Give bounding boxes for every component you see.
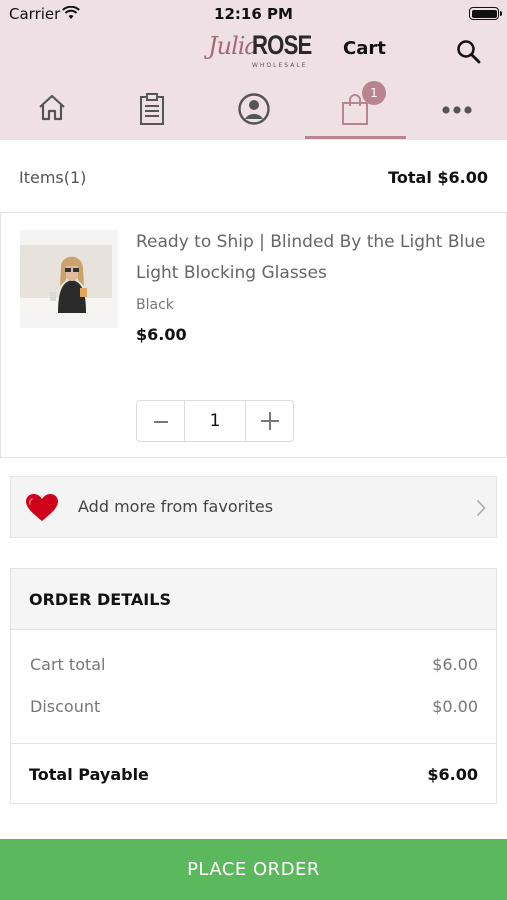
product-image[interactable] [20,230,118,328]
search-button[interactable] [455,38,483,66]
status-time: 12:16 PM [214,5,293,23]
tab-home[interactable] [22,88,82,138]
order-details-title: ORDER DETAILS [29,590,171,609]
minus-icon [153,421,168,423]
search-icon [457,40,481,64]
tab-orders[interactable] [122,88,182,138]
tab-account[interactable] [224,88,284,138]
product-title[interactable]: Ready to Ship | Blinded By the Light Blu… [136,227,496,289]
account-icon [238,93,270,125]
brand-logo: Julia ROSE WHOLESALE [208,30,312,69]
status-bar: Carrier 12:16 PM [0,0,507,28]
items-total: Total $6.00 [388,168,488,187]
quantity-stepper: 1 [136,400,294,442]
page-title: Cart [343,38,386,59]
clipboard-icon [140,93,164,125]
app-header: Carrier 12:16 PM Julia ROSE WHOLESALE Ca… [0,0,507,140]
more-icon [442,106,472,114]
divider [11,743,496,744]
place-order-button[interactable]: PLACE ORDER [0,839,507,900]
home-icon [39,94,65,121]
total-payable-label: Total Payable [29,765,149,784]
add-from-favorites-row[interactable]: Add more from favorites [10,476,497,538]
discount-label: Discount [30,697,101,716]
cart-total-label: Cart total [30,655,106,674]
increase-quantity-button[interactable] [245,401,293,441]
cart-item-card: Ready to Ship | Blinded By the Light Blu… [0,212,507,458]
product-price: $6.00 [136,325,187,344]
plus-icon [260,412,279,430]
quantity-value[interactable]: 1 [185,401,245,441]
product-variant: Black [136,297,174,313]
decrease-quantity-button[interactable] [137,401,185,441]
cart-total-value: $6.00 [432,655,478,674]
order-details-header: ORDER DETAILS [11,569,496,630]
favorites-label: Add more from favorites [78,497,274,516]
total-payable-value: $6.00 [427,765,478,784]
items-count: Items(1) [19,168,87,187]
tab-more[interactable] [427,88,487,138]
cart-count-badge: 1 [362,81,386,105]
items-summary: Items(1) Total $6.00 [0,140,507,212]
discount-value: $0.00 [432,697,478,716]
active-tab-indicator [305,136,406,139]
order-details-card: ORDER DETAILS Cart total $6.00 Discount … [10,568,497,804]
battery-icon [469,7,502,20]
chevron-right-icon [476,499,486,517]
heart-icon [26,494,58,521]
